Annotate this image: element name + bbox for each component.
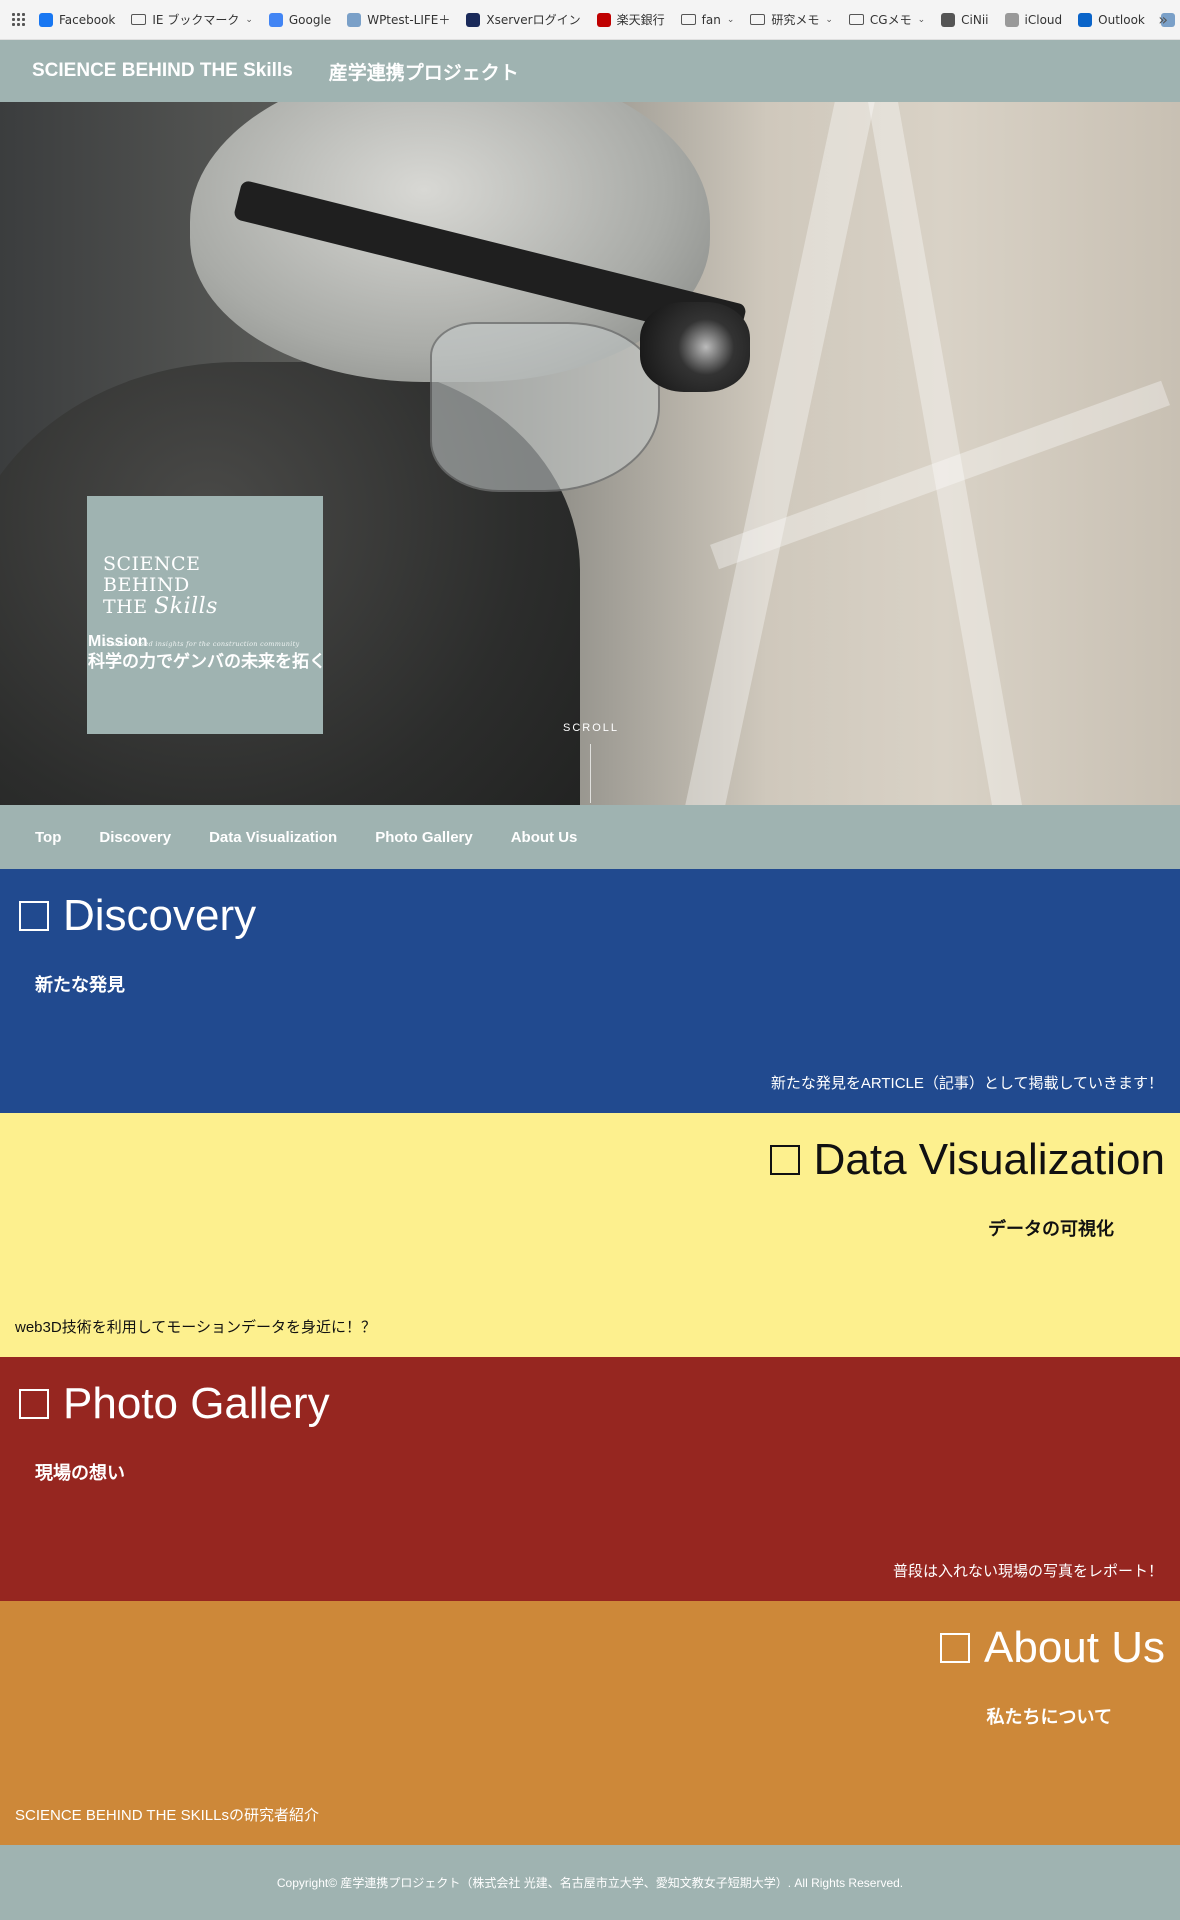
face-visor — [430, 322, 660, 492]
hero-image: SCIENCE BEHIND THE Skills science-based … — [0, 102, 1180, 805]
bookmark-label: CGメモ — [869, 13, 912, 27]
headlamp — [640, 302, 750, 392]
nav-top[interactable]: Top — [35, 829, 61, 846]
nav-discovery[interactable]: Discovery — [99, 829, 171, 846]
section-description: web3D技術を利用してモーションデータを身近に！？ — [15, 1319, 376, 1336]
scaffold-beam — [685, 102, 875, 805]
section-photo-gallery[interactable]: Photo Gallery 現場の想い 普段は入れない現場の写真をレポート！ — [0, 1357, 1180, 1601]
bookmark-label: 研究メモ — [771, 13, 820, 27]
logo-line: SCIENCE — [103, 553, 201, 575]
chevron-down-icon: ⌄ — [726, 14, 735, 25]
bookmark-item[interactable]: 楽天銀行 — [596, 11, 665, 28]
site-logo: SCIENCE BEHIND THE Skills science-based … — [87, 496, 323, 734]
section-data-visualization[interactable]: Data Visualization データの可視化 web3D技術を利用してモ… — [0, 1113, 1180, 1357]
site-footer: Copyright© 産学連携プロジェクト（株式会社 光建、名古屋市立大学、愛知… — [0, 1845, 1180, 1920]
section-title: Data Visualization — [769, 1135, 1165, 1185]
site-title-link[interactable]: SCIENCE BEHIND THE Skills — [32, 60, 293, 82]
section-title: Discovery — [19, 891, 256, 941]
apple-icon — [1004, 12, 1019, 27]
xserver-icon — [466, 12, 481, 27]
nav-photo-gallery[interactable]: Photo Gallery — [375, 829, 473, 846]
chevron-down-icon: ⌄ — [917, 14, 926, 25]
bookmark-item[interactable]: Xserverログイン — [466, 11, 581, 28]
bookmark-label: WPtest-LIFE＋ — [367, 13, 451, 27]
bookmark-label: fan — [701, 12, 721, 27]
main-nav: Top Discovery Data Visualization Photo G… — [0, 805, 1180, 869]
bookmark-label: Google — [288, 12, 332, 27]
nav-about-us[interactable]: About Us — [511, 829, 578, 846]
bookmark-item[interactable]: fan ⌄ — [680, 12, 735, 27]
checkbox-icon — [940, 1633, 971, 1663]
nav-data-visualization[interactable]: Data Visualization — [209, 829, 337, 846]
section-about-us[interactable]: About Us 私たちについて SCIENCE BEHIND THE SKIL… — [0, 1601, 1180, 1845]
section-title: Photo Gallery — [19, 1379, 330, 1429]
section-subtitle: 私たちについて — [986, 1707, 1112, 1727]
bookmark-item[interactable]: iCloud — [1004, 12, 1063, 27]
section-subtitle: 現場の想い — [35, 1463, 125, 1483]
folder-icon — [680, 14, 696, 25]
folder-icon — [848, 14, 864, 25]
section-description: 普段は入れない現場の写真をレポート！ — [892, 1563, 1163, 1580]
bookmark-item[interactable]: 研究メモ ⌄ — [750, 11, 833, 28]
bookmarks-bar: Facebook IE ブックマーク ⌄ Google WPtest-LIFE＋ Xser… — [0, 0, 1180, 40]
mission-text: 科学の力でゲンバの未来を拓く — [88, 652, 326, 671]
bookmark-label: 楽天銀行 — [616, 13, 665, 27]
bookmark-item[interactable]: Outlook — [1078, 12, 1145, 27]
bookmark-list: Facebook IE ブックマーク ⌄ Google WPtest-LIFE＋ Xser… — [39, 11, 1180, 28]
bookmark-label: Xserverログイン — [486, 13, 581, 27]
folder-icon — [131, 14, 147, 25]
section-subtitle: 新たな発見 — [35, 975, 125, 995]
section-description: SCIENCE BEHIND THE SKILLsの研究者紹介 — [15, 1807, 319, 1824]
folder-icon — [750, 14, 766, 25]
chevron-down-icon: ⌄ — [245, 14, 253, 25]
rakuten-icon — [596, 12, 611, 27]
logo-line: BEHIND — [103, 574, 190, 596]
bookmark-item[interactable]: Google — [268, 12, 332, 27]
outlook-icon — [1078, 12, 1093, 27]
checkbox-icon — [19, 1389, 49, 1419]
mission-label: Mission — [88, 633, 148, 650]
site-icon — [347, 12, 362, 27]
section-subtitle: データの可視化 — [988, 1219, 1114, 1239]
bookmark-item[interactable]: CiNii — [941, 12, 989, 27]
project-link[interactable]: 産学連携プロジェクト — [329, 58, 519, 85]
bookmark-label: iCloud — [1024, 12, 1063, 27]
site-header: SCIENCE BEHIND THE Skills 産学連携プロジェクト — [0, 40, 1180, 102]
copyright-text: Copyright© 産学連携プロジェクト（株式会社 光建、名古屋市立大学、愛知… — [276, 1876, 904, 1890]
bookmark-label: Outlook — [1098, 12, 1145, 27]
checkbox-icon — [19, 901, 49, 931]
mission-statement: Mission 科学の力でゲンバの未来を拓く — [88, 632, 326, 672]
bookmark-item[interactable]: IE ブックマーク ⌄ — [131, 11, 253, 28]
scroll-indicator-label[interactable]: SCROLL — [563, 722, 619, 734]
section-description: 新たな発見をARTICLE（記事）として掲載していきます！ — [770, 1075, 1163, 1092]
google-icon — [268, 12, 283, 27]
section-title: About Us — [940, 1623, 1165, 1673]
bookmark-label: IE ブックマーク — [152, 13, 240, 27]
section-discovery[interactable]: Discovery 新たな発見 新たな発見をARTICLE（記事）として掲載して… — [0, 869, 1180, 1113]
bookmark-item[interactable]: WPtest-LIFE＋ — [347, 11, 450, 28]
chevron-down-icon: ⌄ — [825, 14, 833, 25]
checkbox-icon — [769, 1145, 800, 1175]
bookmark-item[interactable]: CGメモ ⌄ — [848, 11, 926, 28]
bookmark-label: Facebook — [59, 12, 116, 27]
facebook-icon — [39, 12, 53, 27]
apps-grid-icon[interactable] — [12, 12, 25, 27]
logo-line: THE Skills — [103, 594, 218, 619]
bookmark-label: CiNii — [961, 12, 989, 27]
more-bookmarks-icon[interactable]: » — [1158, 10, 1168, 29]
scroll-indicator-line — [590, 744, 591, 803]
cinii-icon — [941, 12, 956, 27]
bookmark-item[interactable]: Facebook — [39, 12, 116, 27]
